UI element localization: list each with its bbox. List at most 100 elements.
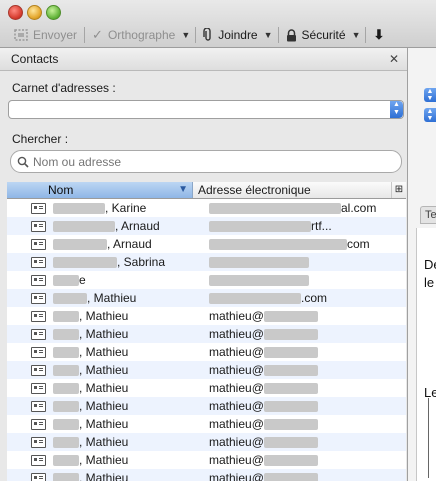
scrollbar-track[interactable] [393, 361, 406, 379]
table-row[interactable]: , Mathieu mathieu@ [7, 343, 406, 361]
save-button[interactable]: ⬇ [369, 24, 388, 46]
table-row[interactable]: , Arnaud rtf... [7, 217, 406, 235]
spelling-button[interactable]: ✓ Orthographe [88, 24, 179, 46]
zoom-window-button[interactable] [46, 5, 61, 20]
attach-button[interactable]: Joindre [199, 24, 261, 46]
contact-email-text: mathieu@ [209, 345, 264, 359]
tab-format[interactable]: Te [420, 206, 436, 224]
scrollbar-track[interactable] [393, 433, 406, 451]
contact-email-cell: mathieu@ [203, 471, 393, 481]
contact-email-text: mathieu@ [209, 363, 264, 377]
redacted-block [263, 382, 318, 394]
redacted-block [53, 202, 105, 214]
table-row[interactable]: , Mathieu mathieu@ [7, 361, 406, 379]
scrollbar-track[interactable] [393, 469, 406, 481]
spelling-dropdown-arrow[interactable]: ▼ [179, 30, 192, 40]
table-row[interactable]: , Mathieu mathieu@ [7, 451, 406, 469]
scrollbar-track[interactable] [393, 451, 406, 469]
column-email-label: Adresse électronique [198, 183, 311, 197]
contact-email-cell: mathieu@ [203, 417, 393, 431]
address-book-select[interactable]: ▲ ▼ [8, 100, 404, 119]
table-row[interactable]: , Mathieu mathieu@ [7, 325, 406, 343]
contact-card-icon [31, 436, 46, 448]
search-field[interactable] [10, 150, 402, 173]
table-row[interactable]: , Mathieu mathieu@ [7, 415, 406, 433]
scrollbar-track[interactable] [393, 289, 406, 307]
message-text-line: De [424, 257, 436, 272]
close-icon[interactable]: ✕ [389, 52, 399, 66]
scrollbar-track[interactable] [393, 415, 406, 433]
contact-card-icon [31, 400, 46, 412]
contact-name-cell: , Karine [46, 201, 203, 215]
contacts-table: Nom ▼ Adresse électronique ⊞ , Karine al.… [7, 182, 406, 481]
table-row[interactable]: , Arnaud com [7, 235, 406, 253]
contact-email-cell [203, 274, 393, 286]
contact-card-icon [31, 292, 46, 304]
table-row[interactable]: , Mathieu mathieu@ [7, 379, 406, 397]
table-row[interactable]: , Mathieu .com [7, 289, 406, 307]
column-header-email[interactable]: Adresse électronique [193, 182, 392, 198]
toolbar-separator [365, 27, 367, 43]
column-picker-icon[interactable]: ⊞ [392, 182, 406, 198]
scrollbar-track[interactable] [393, 397, 406, 415]
scrollbar-track[interactable] [393, 253, 406, 271]
table-row[interactable]: , Mathieu mathieu@ [7, 397, 406, 415]
sidebar-header: Contacts ✕ [0, 48, 407, 71]
contact-name-text: , Mathieu [79, 309, 129, 323]
redacted-block [53, 220, 115, 232]
contact-card-icon [31, 328, 46, 340]
redacted-block [263, 346, 318, 358]
scrollbar-track[interactable] [393, 307, 406, 325]
download-arrow-icon: ⬇ [373, 27, 385, 42]
sidebar-title: Contacts [11, 52, 59, 66]
table-row[interactable]: , Sabrina [7, 253, 406, 271]
attach-dropdown-arrow[interactable]: ▼ [262, 30, 275, 40]
contact-email-text: mathieu@ [209, 327, 264, 341]
column-header-name[interactable]: Nom ▼ [7, 182, 193, 198]
redacted-block [53, 346, 79, 358]
table-row[interactable]: , Mathieu mathieu@ [7, 469, 406, 481]
scrollbar-track[interactable] [393, 235, 406, 253]
spelling-label: Orthographe [107, 28, 176, 42]
security-button[interactable]: Sécurité [282, 24, 350, 46]
select-stepper-icon[interactable]: ▲ ▼ [424, 108, 436, 122]
address-book-label: Carnet d'adresses : [12, 81, 116, 95]
contact-email-cell: mathieu@ [203, 381, 393, 395]
contact-email-cell: mathieu@ [203, 435, 393, 449]
scrollbar-track[interactable] [393, 271, 406, 289]
redacted-block [53, 274, 79, 286]
minimize-window-button[interactable] [27, 5, 42, 20]
search-label: Chercher : [12, 132, 69, 146]
select-stepper-icon[interactable]: ▲ ▼ [424, 88, 436, 102]
search-input[interactable] [29, 154, 401, 169]
table-row[interactable]: , Mathieu mathieu@ [7, 433, 406, 451]
scrollbar-track[interactable] [393, 379, 406, 397]
send-button[interactable]: Envoyer [0, 24, 81, 46]
contact-card-icon [31, 454, 46, 466]
redacted-block [209, 274, 309, 286]
contact-email-cell: mathieu@ [203, 399, 393, 413]
contact-name-cell: , Mathieu [46, 471, 203, 481]
security-dropdown-arrow[interactable]: ▼ [350, 30, 363, 40]
table-row[interactable]: , Mathieu mathieu@ [7, 307, 406, 325]
contact-name-text: , Mathieu [79, 327, 129, 341]
scrollbar-track[interactable] [393, 217, 406, 235]
contact-card-icon [31, 346, 46, 358]
lock-icon [286, 28, 296, 41]
scrollbar-track[interactable] [393, 325, 406, 343]
redacted-block [263, 400, 318, 412]
table-row[interactable]: e [7, 271, 406, 289]
sort-descending-icon: ▼ [178, 184, 188, 195]
contact-card-icon [31, 274, 46, 286]
close-window-button[interactable] [8, 5, 23, 20]
toolbar-separator [84, 27, 86, 43]
contact-email-text: mathieu@ [209, 471, 264, 481]
search-icon [17, 156, 29, 168]
attach-label: Joindre [218, 28, 258, 42]
scrollbar-track[interactable] [393, 343, 406, 361]
contact-name-text: , Arnaud [107, 237, 152, 251]
contact-name-cell: , Mathieu [46, 435, 203, 449]
contact-name-cell: , Mathieu [46, 417, 203, 431]
table-row[interactable]: , Karine al.com [7, 199, 406, 217]
scrollbar-track[interactable] [393, 199, 406, 217]
